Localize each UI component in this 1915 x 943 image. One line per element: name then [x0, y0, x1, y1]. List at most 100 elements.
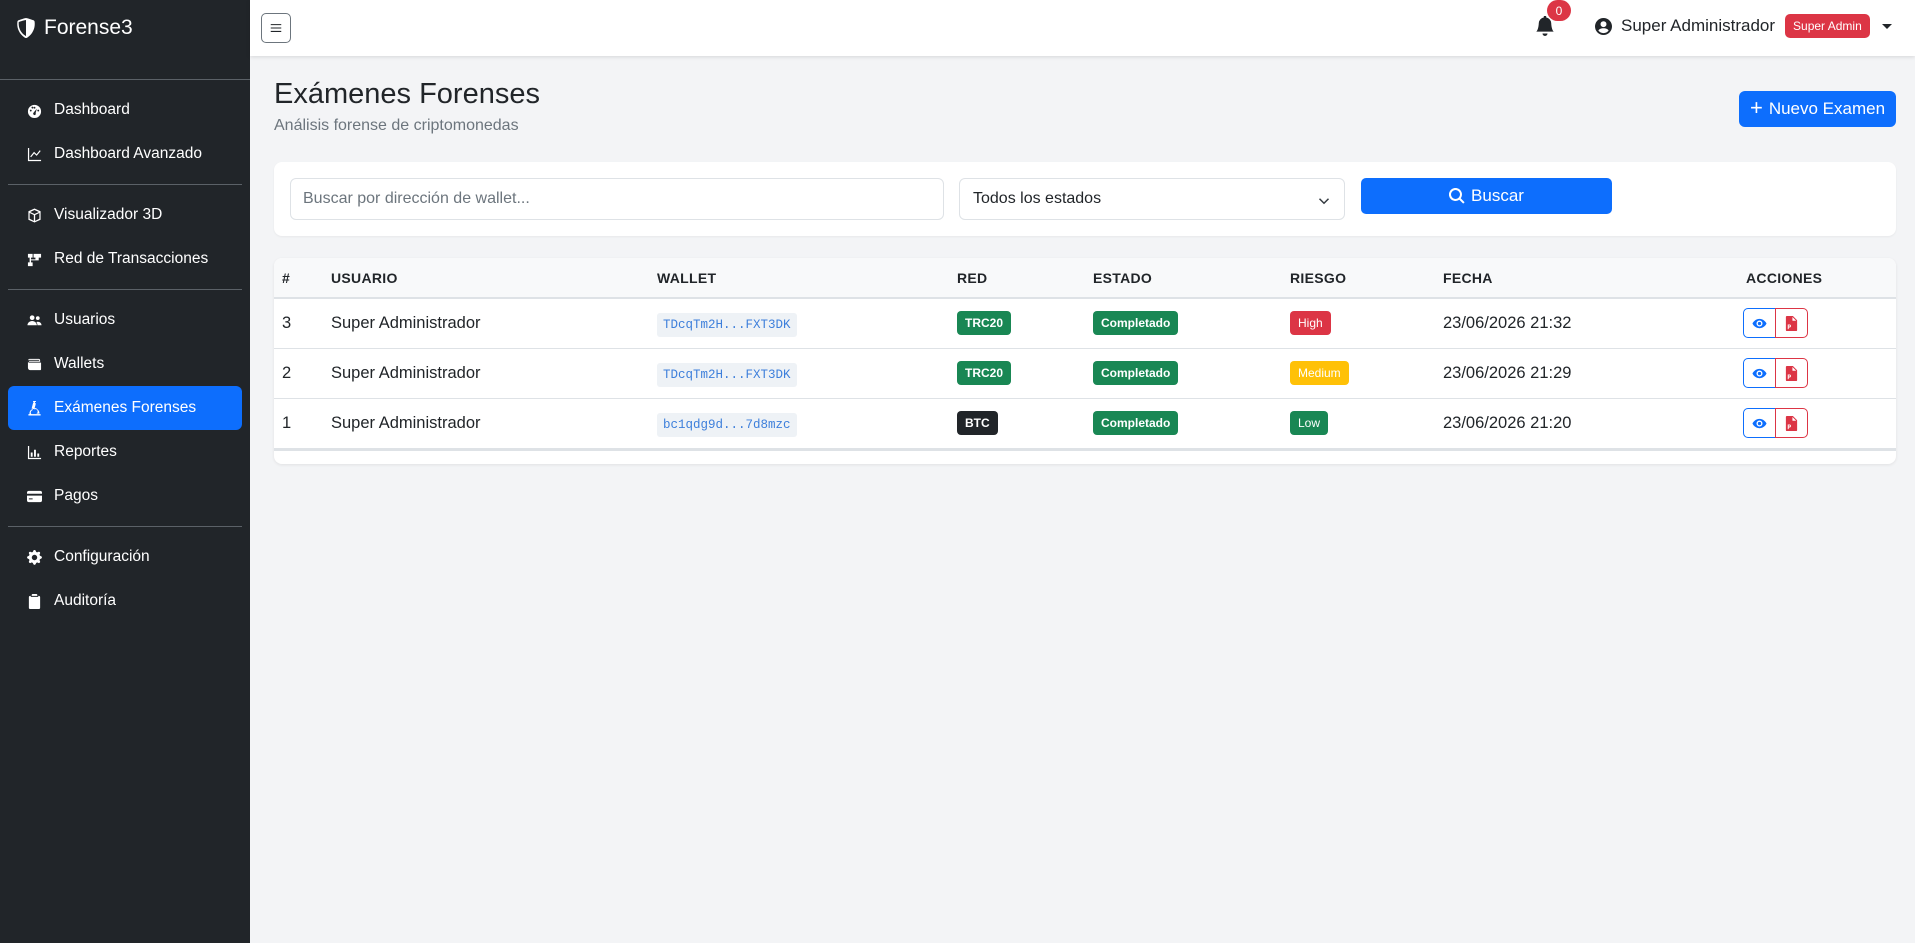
sidebar-item-label: Dashboard Avanzado	[54, 145, 202, 162]
cell-risk: High	[1283, 298, 1436, 349]
state-select[interactable]: Todos los estados	[959, 178, 1345, 220]
sidebar-item-label: Red de Transacciones	[54, 250, 209, 267]
nav-group-visual: Visualizador 3D Red de Transacciones	[0, 185, 250, 289]
table-footer	[274, 448, 1896, 463]
sidebar-item-dashboard-avanzado[interactable]: Dashboard Avanzado	[8, 132, 242, 176]
wallet-icon	[26, 356, 42, 372]
credit-card-icon	[26, 488, 42, 504]
clipboard-icon	[26, 593, 42, 609]
gear-icon	[26, 549, 42, 565]
brand-name: Forense3	[44, 16, 133, 39]
pdf-button[interactable]	[1775, 408, 1808, 438]
page-title: Exámenes Forenses	[274, 78, 540, 110]
column-header: USUARIO	[324, 258, 650, 299]
brand[interactable]: Forense3	[0, 0, 250, 56]
bar-chart-icon	[26, 444, 42, 460]
column-header: ESTADO	[1086, 258, 1283, 299]
network-badge: BTC	[957, 411, 998, 435]
pdf-icon	[1785, 415, 1798, 431]
page-subtitle: Análisis forense de criptomonedas	[274, 117, 519, 134]
sidebar-item-red-transacciones[interactable]: Red de Transacciones	[8, 237, 242, 281]
user-menu[interactable]: Super Administrador Super Admin	[1595, 14, 1892, 38]
network-badge: TRC20	[957, 361, 1012, 385]
sidebar-item-label: Configuración	[54, 548, 150, 565]
sidebar-item-visualizador-3d[interactable]: Visualizador 3D	[8, 193, 242, 237]
cell-date: 23/06/2026 21:20	[1436, 398, 1738, 449]
pdf-button[interactable]	[1775, 358, 1808, 388]
search-button[interactable]: Buscar	[1361, 178, 1612, 214]
role-badge: Super Admin	[1785, 14, 1870, 38]
cell-network: TRC20	[950, 348, 1086, 399]
sidebar-item-pagos[interactable]: Pagos	[8, 474, 242, 518]
sidebar-item-reportes[interactable]: Reportes	[8, 430, 242, 474]
menu-icon	[270, 24, 282, 32]
new-exam-label: Nuevo Examen	[1768, 99, 1886, 118]
status-badge: Completado	[1093, 411, 1179, 435]
cell-actions	[1738, 298, 1896, 349]
sidebar-item-configuracion[interactable]: Configuración	[8, 535, 242, 579]
users-icon	[26, 312, 42, 328]
cell-risk: Medium	[1283, 348, 1436, 399]
cell-network: BTC	[950, 398, 1086, 449]
table-row: 2 Super Administrador TDcqTm2H...FXT3DK …	[274, 348, 1896, 399]
line-chart-icon	[26, 146, 42, 162]
sidebar-item-label: Wallets	[54, 355, 105, 372]
sidebar: Forense3 Dashboard Dashboard Avanzado Vi…	[0, 0, 250, 943]
risk-badge: Low	[1290, 411, 1329, 435]
search-button-label: Buscar	[1471, 186, 1524, 205]
new-exam-button[interactable]: + Nuevo Examen	[1739, 91, 1896, 127]
sidebar-item-usuarios[interactable]: Usuarios	[8, 298, 242, 342]
speedometer-icon	[26, 102, 42, 118]
view-button[interactable]	[1743, 308, 1776, 339]
notification-count-badge: 0	[1547, 0, 1571, 21]
sidebar-item-examenes-forenses[interactable]: Exámenes Forenses	[8, 386, 242, 430]
status-badge: Completado	[1093, 311, 1179, 336]
eye-icon	[1752, 418, 1767, 428]
network-badge: TRC20	[957, 311, 1012, 336]
wallet-search-input[interactable]	[290, 178, 944, 220]
cell-date: 23/06/2026 21:29	[1436, 348, 1738, 399]
pdf-button[interactable]	[1775, 308, 1808, 339]
risk-badge: Medium	[1290, 361, 1349, 385]
user-circle-icon	[1595, 17, 1612, 35]
nav-group-system: Configuración Auditoría	[0, 527, 250, 631]
shield-icon	[17, 18, 35, 38]
sidebar-toggle-button[interactable]	[261, 13, 291, 43]
cell-id: 1	[274, 398, 324, 449]
view-button[interactable]	[1743, 408, 1776, 438]
cell-wallet: TDcqTm2H...FXT3DK	[650, 348, 950, 399]
chevron-down-icon	[1881, 23, 1892, 29]
sidebar-item-label: Exámenes Forenses	[54, 399, 197, 416]
cell-id: 3	[274, 298, 324, 349]
sidebar-item-auditoria[interactable]: Auditoría	[8, 579, 242, 623]
cell-risk: Low	[1283, 398, 1436, 449]
cell-status: Completado	[1086, 398, 1283, 449]
wallet-address: TDcqTm2H...FXT3DK	[657, 312, 797, 337]
view-button[interactable]	[1743, 358, 1776, 388]
network-icon	[26, 251, 42, 267]
column-header: RED	[950, 258, 1086, 299]
state-select-value: Todos los estados	[973, 190, 1102, 207]
sidebar-item-label: Visualizador 3D	[54, 206, 163, 223]
cube-icon	[26, 207, 42, 223]
cell-network: TRC20	[950, 298, 1086, 349]
sidebar-item-wallets[interactable]: Wallets	[8, 342, 242, 386]
column-header: RIESGO	[1283, 258, 1436, 299]
cell-actions	[1738, 348, 1896, 399]
sidebar-item-label: Reportes	[54, 443, 117, 460]
cell-user: Super Administrador	[324, 348, 650, 399]
nav-group-dashboards: Dashboard Dashboard Avanzado	[0, 80, 250, 184]
status-badge: Completado	[1093, 361, 1179, 385]
cell-user: Super Administrador	[324, 398, 650, 449]
cell-id: 2	[274, 348, 324, 399]
search-icon	[1449, 188, 1465, 204]
sidebar-item-label: Pagos	[54, 487, 98, 504]
nav-group-admin: Usuarios Wallets Exámenes Forenses Repor…	[0, 290, 250, 526]
column-header: #	[274, 258, 324, 299]
table-header-row: # USUARIO WALLET RED ESTADO RIESGO FECHA…	[274, 258, 1896, 299]
sidebar-item-dashboard[interactable]: Dashboard	[8, 88, 242, 132]
plus-icon: +	[1749, 95, 1763, 120]
pdf-icon	[1785, 365, 1798, 381]
row-actions	[1743, 408, 1896, 438]
cell-date: 23/06/2026 21:32	[1436, 298, 1738, 349]
